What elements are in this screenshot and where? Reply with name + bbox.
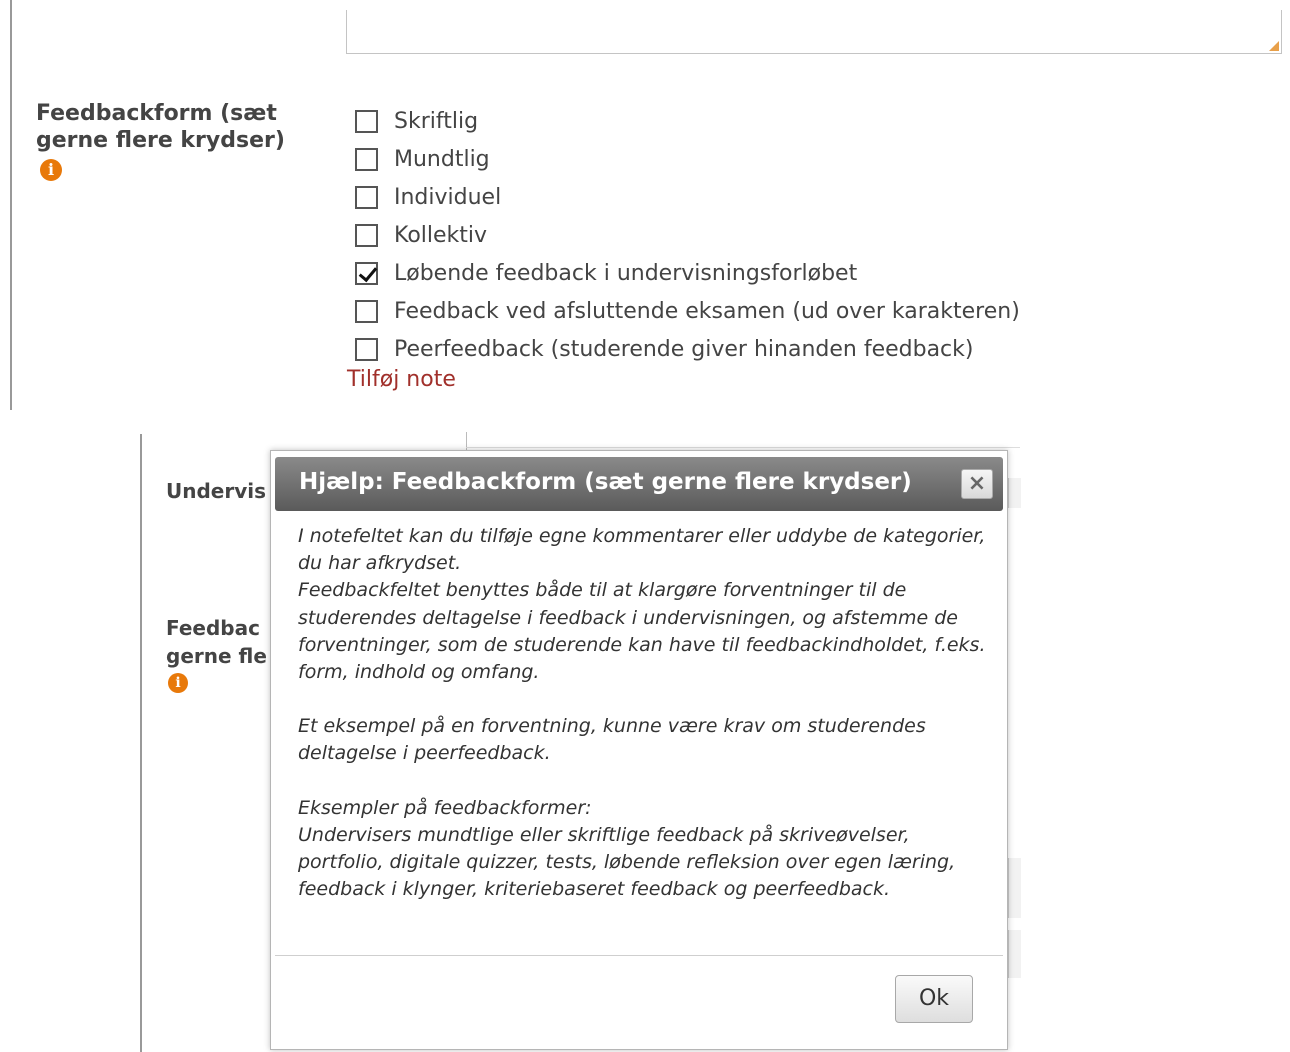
dialog-paragraph: Eksempler på feedbackformer: <box>298 796 592 819</box>
note-textarea[interactable] <box>346 10 1282 54</box>
checkbox-option[interactable]: Mundtlig <box>355 140 1020 178</box>
resize-grip-icon[interactable] <box>1269 41 1279 51</box>
background-info-icon: i <box>168 673 188 693</box>
background-control-edge <box>1008 930 1021 978</box>
panel-border <box>10 0 12 410</box>
checkbox-label[interactable]: Løbende feedback i undervisningsforløbet <box>394 261 857 286</box>
dialog-divider <box>275 955 1003 956</box>
dialog-title: Hjælp: Feedbackform (sæt gerne flere kry… <box>299 469 912 495</box>
feedbackform-options: Skriftlig Mundtlig Individuel Kollektiv Løbe… <box>355 102 1020 368</box>
checkbox[interactable] <box>355 185 378 209</box>
dialog-paragraph: Undervisers mundtlige eller skriftlige f… <box>298 823 956 901</box>
checkbox-label[interactable]: Skriftlig <box>394 109 478 134</box>
background-control-edge <box>1008 858 1021 918</box>
checkbox-label[interactable]: Feedback ved afsluttende eksamen (ud ove… <box>394 299 1020 324</box>
checkbox-label[interactable]: Peerfeedback (studerende giver hinanden … <box>394 337 973 362</box>
feedbackform-label: Feedbackform (sæt gerne flere krydser) <box>36 101 285 153</box>
dialog-body: I notefeltet kan du tilføje egne komment… <box>298 523 988 903</box>
info-icon[interactable]: i <box>40 159 62 181</box>
dialog-header[interactable]: Hjælp: Feedbackform (sæt gerne flere kry… <box>275 457 1003 511</box>
checkbox-option[interactable]: Peerfeedback (studerende giver hinanden … <box>355 330 1020 368</box>
dialog-paragraph: Et eksempel på en forventning, kunne vær… <box>298 715 926 765</box>
ok-button[interactable]: Ok <box>895 975 973 1023</box>
checkbox[interactable] <box>355 337 378 361</box>
background-field-label: Undervis <box>166 479 267 503</box>
checkbox-option[interactable]: Individuel <box>355 178 1020 216</box>
background-label-line: Feedbac <box>166 616 260 640</box>
checkbox-option[interactable]: Kollektiv <box>355 216 1020 254</box>
background-label-line: gerne fle <box>166 644 267 668</box>
checkbox[interactable] <box>355 147 378 171</box>
background-divider <box>466 447 1020 448</box>
checkbox[interactable] <box>355 223 378 247</box>
background-control-edge <box>1008 478 1021 508</box>
checkbox-label[interactable]: Individuel <box>394 185 501 210</box>
checkbox[interactable] <box>355 109 378 133</box>
checkbox-checked[interactable] <box>355 261 378 285</box>
checkbox[interactable] <box>355 299 378 323</box>
checkbox-option[interactable]: Løbende feedback i undervisningsforløbet <box>355 254 1020 292</box>
checkbox-label[interactable]: Mundtlig <box>394 147 490 172</box>
close-icon[interactable]: × <box>961 469 993 499</box>
add-note-link[interactable]: Tilføj note <box>347 367 456 392</box>
dialog-paragraph: I notefeltet kan du tilføje egne komment… <box>298 525 986 575</box>
checkbox-option[interactable]: Skriftlig <box>355 102 1020 140</box>
checkbox-label[interactable]: Kollektiv <box>394 223 487 248</box>
background-panel-border <box>140 434 142 1052</box>
background-field-label: Feedbac gerne fle <box>166 614 267 670</box>
dialog-paragraph: Feedbackfeltet benyttes både til at klar… <box>298 579 986 684</box>
checkbox-option[interactable]: Feedback ved afsluttende eksamen (ud ove… <box>355 292 1020 330</box>
help-dialog: Hjælp: Feedbackform (sæt gerne flere kry… <box>270 450 1008 1050</box>
